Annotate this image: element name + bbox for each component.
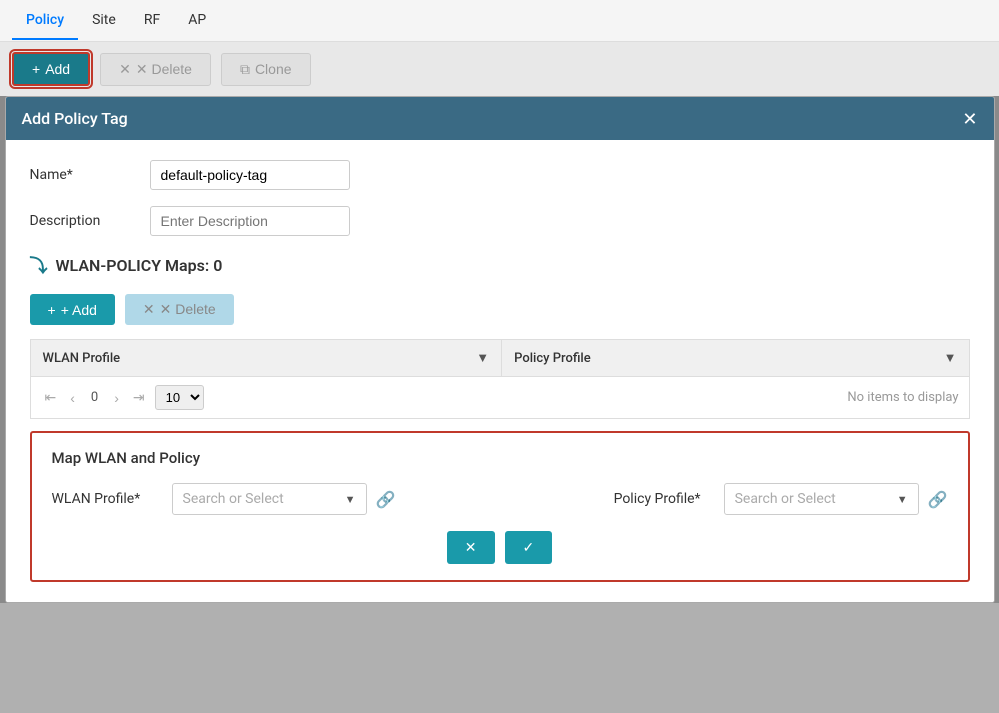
wlan-profile-col-header: WLAN Profile ▼ <box>30 340 502 377</box>
dropdown-arrow-policy-icon: ▼ <box>897 493 908 506</box>
wlan-policy-heading: ⤵ WLAN-POLICY Maps: 0 <box>30 252 970 278</box>
name-label: Name* <box>30 167 150 183</box>
policy-profile-placeholder: Search or Select <box>735 491 836 507</box>
wlan-profile-select-wrap: Search or Select ▼ 🔗 <box>172 483 396 515</box>
wlan-policy-table: WLAN Profile ▼ Policy Profile ▼ <box>30 339 970 377</box>
no-items-text: No items to display <box>847 390 958 405</box>
wlan-profile-placeholder: Search or Select <box>183 491 284 507</box>
wlan-profile-label: WLAN Profile* <box>52 491 162 507</box>
map-confirm-button[interactable]: ✓ <box>505 531 553 564</box>
policy-link-icon[interactable]: 🔗 <box>928 490 948 509</box>
policy-profile-col-header: Policy Profile ▼ <box>502 340 969 377</box>
add-button[interactable]: + Add <box>12 52 90 86</box>
clone-button: ⧉ Clone <box>221 53 311 86</box>
delete-button: ✕ ✕ Delete <box>100 53 211 86</box>
top-navigation: Policy Site RF AP <box>0 0 999 42</box>
description-label: Description <box>30 213 150 229</box>
policy-profile-label: Policy Profile* <box>614 491 714 507</box>
name-input[interactable] <box>150 160 350 190</box>
last-page-button[interactable]: ⇥ <box>129 387 149 408</box>
dropdown-arrow-icon: ▼ <box>345 493 356 506</box>
modal-title: Add Policy Tag <box>22 109 128 128</box>
x-icon: ✕ <box>119 61 131 78</box>
add-label: Add <box>45 61 70 77</box>
add-policy-tag-modal: Add Policy Tag ✕ Name* Description ⤵ WLA… <box>5 96 995 603</box>
clone-label: Clone <box>255 61 292 77</box>
page-size-select[interactable]: 10 25 50 <box>155 385 204 410</box>
policy-profile-select[interactable]: Search or Select ▼ <box>724 483 919 515</box>
wlan-add-label: + Add <box>61 302 97 318</box>
map-cancel-button[interactable]: ✕ <box>447 531 495 564</box>
wlan-delete-label: ✕ Delete <box>160 301 216 318</box>
modal-header: Add Policy Tag ✕ <box>6 97 994 140</box>
filter-icon[interactable]: ▼ <box>476 350 489 366</box>
prev-page-button[interactable]: ‹ <box>66 388 79 408</box>
name-row: Name* <box>30 160 970 190</box>
wlan-delete-button: ✕ ✕ Delete <box>125 294 234 325</box>
plus-icon: + <box>32 61 40 77</box>
main-toolbar: + Add ✕ ✕ Delete ⧉ Clone <box>0 42 999 96</box>
modal-overlay: Add Policy Tag ✕ Name* Description ⤵ WLA… <box>0 96 999 603</box>
next-page-button[interactable]: › <box>110 388 123 408</box>
map-action-buttons: ✕ ✓ <box>52 531 948 564</box>
delete-label: ✕ Delete <box>136 61 192 78</box>
nav-site[interactable]: Site <box>78 2 130 40</box>
wlan-subtoolbar: + + Add ✕ ✕ Delete <box>30 294 970 325</box>
modal-close-button[interactable]: ✕ <box>962 110 977 128</box>
pagination-controls: ⇤ ‹ 0 › ⇥ 10 25 50 <box>41 385 204 410</box>
description-input[interactable] <box>150 206 350 236</box>
modal-body: Name* Description ⤵ WLAN-POLICY Maps: 0 … <box>6 140 994 602</box>
wlan-add-button[interactable]: + + Add <box>30 294 115 325</box>
chevron-down-icon: ⤵ <box>30 252 48 278</box>
wlan-link-icon[interactable]: 🔗 <box>376 490 396 509</box>
x-icon: ✕ <box>143 301 155 318</box>
nav-rf[interactable]: RF <box>130 2 174 40</box>
map-form-row: WLAN Profile* Search or Select ▼ 🔗 Polic… <box>52 483 948 515</box>
description-row: Description <box>30 206 970 236</box>
map-section-title: Map WLAN and Policy <box>52 449 948 467</box>
clone-icon: ⧉ <box>240 61 250 78</box>
policy-profile-select-wrap: Search or Select ▼ 🔗 <box>724 483 948 515</box>
filter-icon-policy[interactable]: ▼ <box>944 350 957 366</box>
plus-icon: + <box>48 302 56 318</box>
nav-ap[interactable]: AP <box>174 2 220 40</box>
nav-policy[interactable]: Policy <box>12 2 78 40</box>
wlan-profile-select[interactable]: Search or Select ▼ <box>172 483 367 515</box>
wlan-policy-title: WLAN-POLICY Maps: 0 <box>56 256 223 275</box>
first-page-button[interactable]: ⇤ <box>41 387 61 408</box>
page-number: 0 <box>85 390 104 405</box>
pagination-row: ⇤ ‹ 0 › ⇥ 10 25 50 No items to display <box>30 377 970 419</box>
map-wlan-policy-section: Map WLAN and Policy WLAN Profile* Search… <box>30 431 970 582</box>
